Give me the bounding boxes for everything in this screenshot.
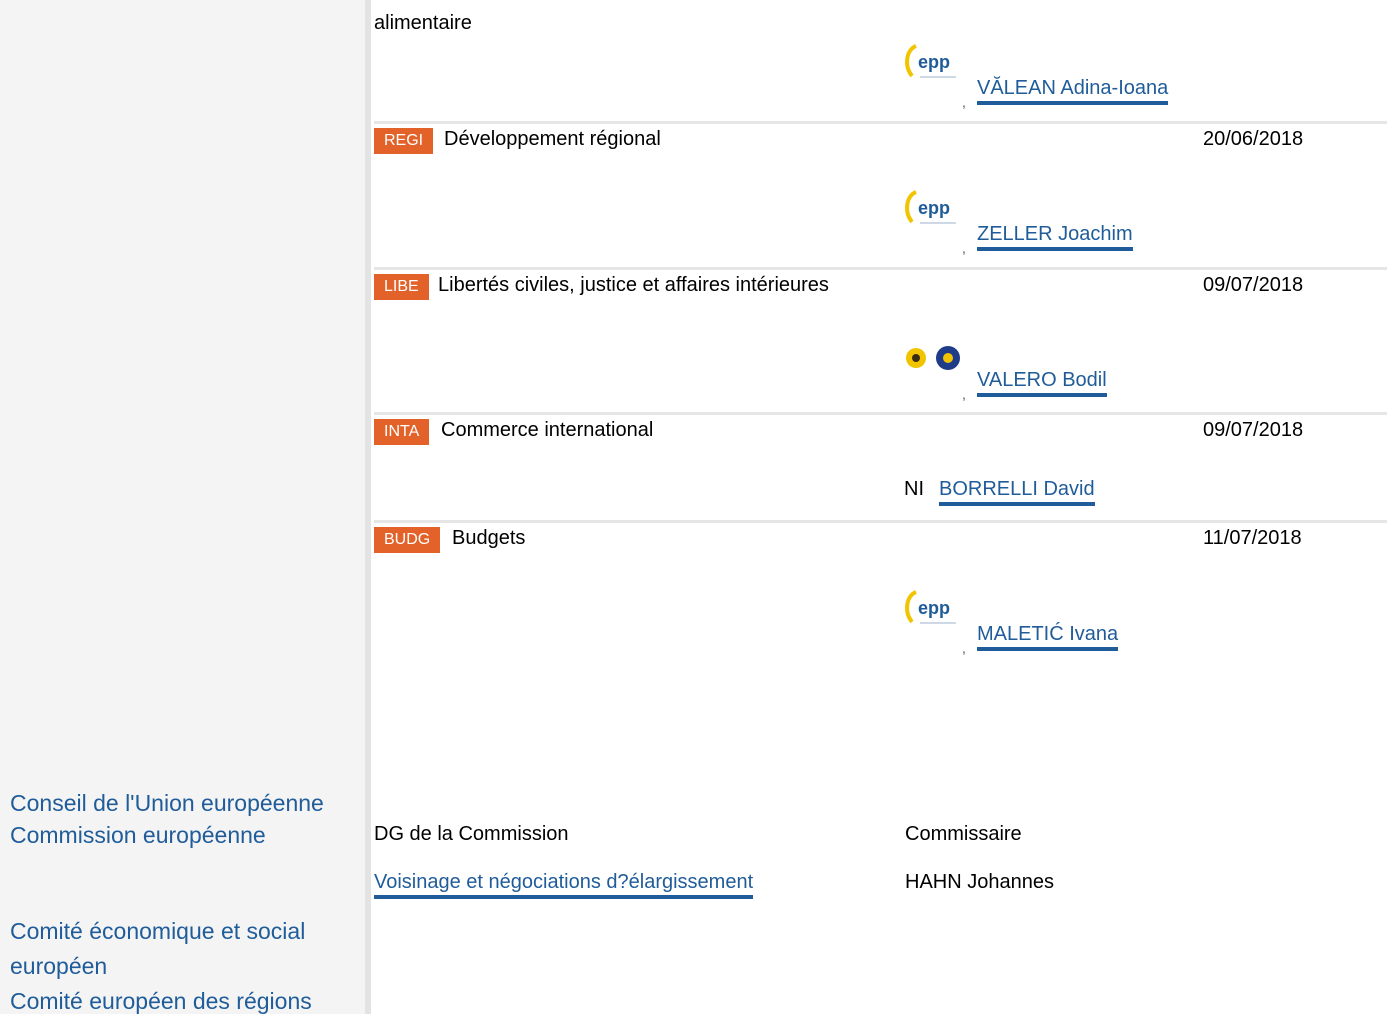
epp-logo-text: epp: [918, 52, 950, 72]
dg-link[interactable]: Voisinage et négociations d?élargissemen…: [374, 870, 754, 899]
commissioner-name: HAHN Johannes: [905, 871, 1054, 893]
rapporteur-link[interactable]: BORRELLI David: [939, 477, 1095, 506]
row-divider: [374, 412, 1387, 415]
committee-code-badge: LIBE: [374, 274, 429, 300]
rapporteur-link[interactable]: ZELLER Joachim: [977, 222, 1133, 251]
row-divider: [374, 267, 1387, 270]
greens-efa-logo-icon: [900, 330, 964, 394]
committee-date: 09/07/2018: [1203, 274, 1304, 296]
sidebar-link-council[interactable]: Conseil de l'Union européenne: [10, 786, 324, 821]
epp-logo-icon: epp: [900, 582, 964, 646]
comma: ,: [962, 240, 966, 256]
committee-name: Commerce international: [441, 419, 654, 441]
committee-name: Développement régional: [444, 128, 661, 150]
committee-name: Libertés civiles, justice et affaires in…: [438, 274, 829, 296]
epp-logo-icon: epp: [900, 36, 964, 100]
left-sidebar: Conseil de l'Union européenne Commission…: [0, 0, 371, 1014]
epp-logo-icon: epp: [900, 182, 964, 246]
commissioner-header: Commissaire: [905, 823, 1022, 845]
committee-name: Budgets: [452, 527, 526, 549]
comma: ,: [962, 386, 966, 402]
sidebar-link-eesc-cont[interactable]: européen: [10, 949, 107, 984]
rapporteur-link[interactable]: VALERO Bodil: [977, 368, 1107, 397]
comma: ,: [962, 94, 966, 110]
committee-code-badge: BUDG: [374, 527, 441, 553]
dg-header: DG de la Commission: [374, 823, 569, 845]
committee-code-badge: REGI: [374, 128, 434, 154]
sidebar-link-eesc[interactable]: Comité économique et social: [10, 914, 305, 949]
rapporteur-link[interactable]: VĂLEAN Adina-Ioana: [977, 76, 1169, 105]
committee-date: 11/07/2018: [1203, 527, 1302, 549]
epp-logo-text: epp: [918, 598, 950, 618]
committee-date: 20/06/2018: [1203, 128, 1304, 150]
sidebar-link-commission[interactable]: Commission européenne: [10, 818, 266, 853]
row-divider: [374, 520, 1387, 523]
rapporteur-link[interactable]: MALETIĆ Ivana: [977, 622, 1119, 651]
comma: ,: [962, 640, 966, 656]
committee-name-fragment: alimentaire: [374, 12, 472, 34]
committee-code-badge: INTA: [374, 419, 430, 445]
row-divider: [374, 121, 1387, 124]
political-group-label: NI: [904, 478, 924, 500]
epp-logo-text: epp: [918, 198, 950, 218]
committee-date: 09/07/2018: [1203, 419, 1304, 441]
